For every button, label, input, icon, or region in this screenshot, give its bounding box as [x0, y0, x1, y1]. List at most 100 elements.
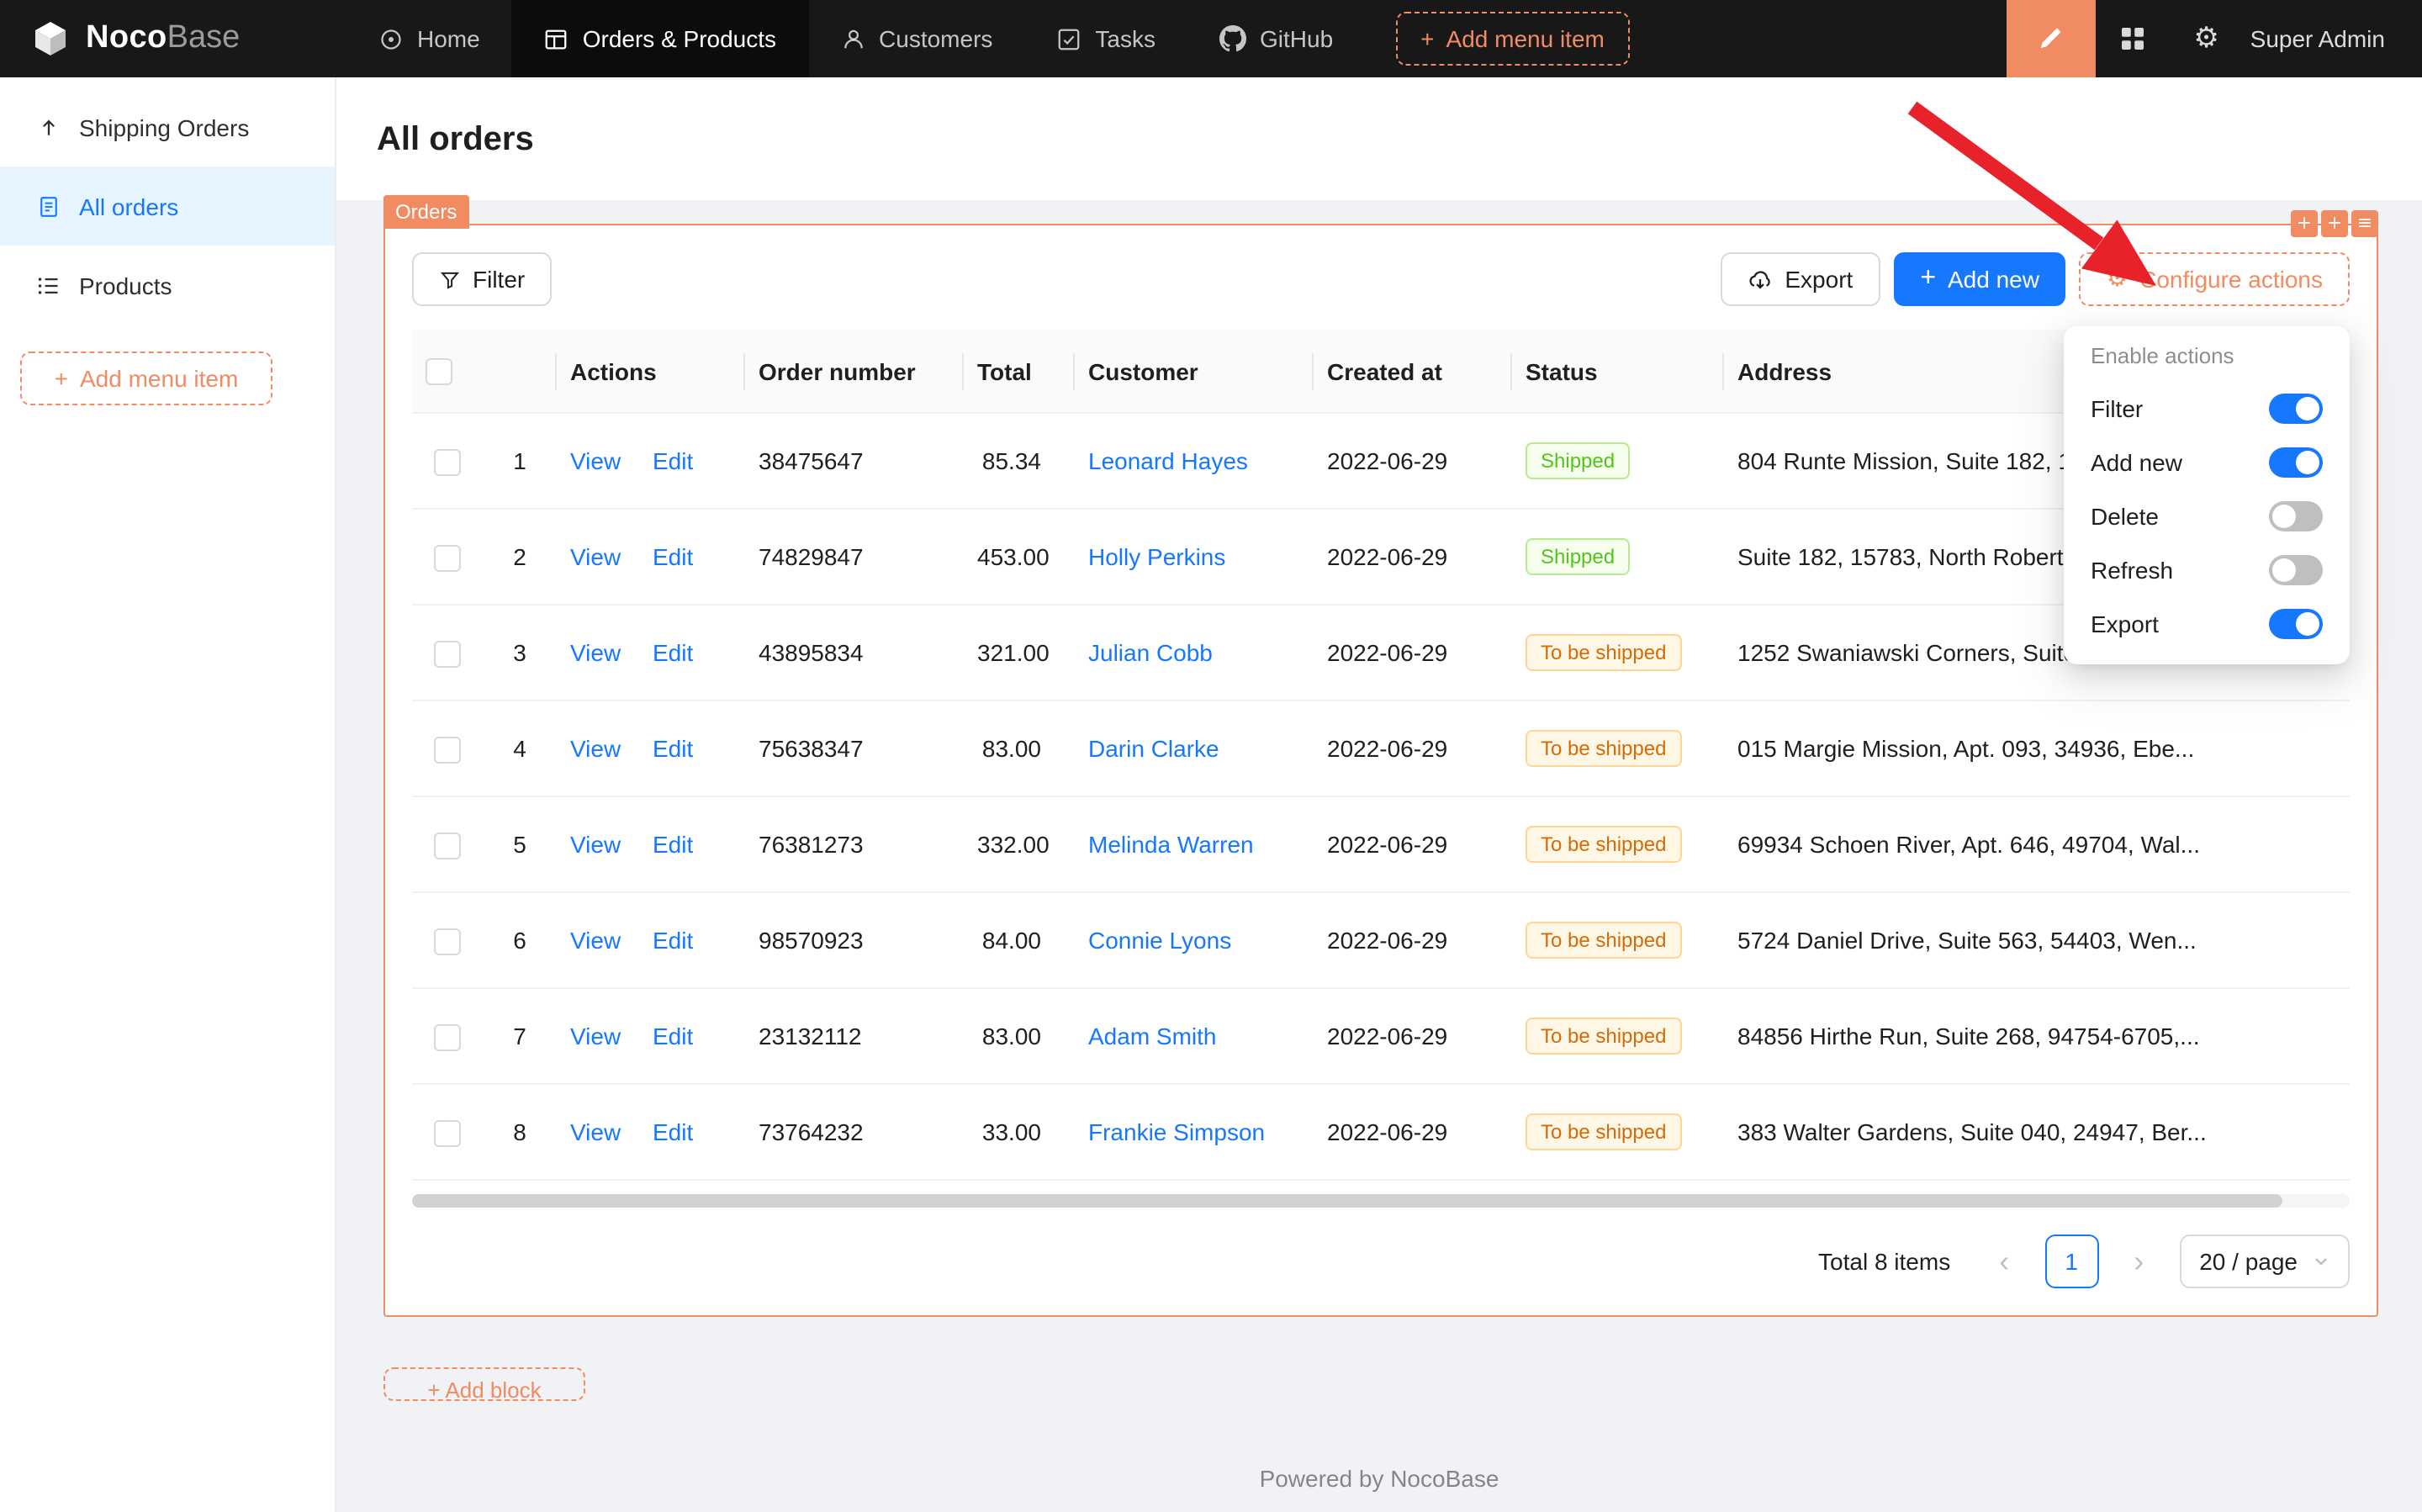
- row-checkbox[interactable]: [434, 928, 461, 955]
- ui-editor-button[interactable]: [2007, 0, 2096, 77]
- total-cell: 33.00: [964, 1085, 1075, 1181]
- view-link[interactable]: View: [570, 640, 621, 667]
- row-index: 8: [483, 1085, 557, 1181]
- row-checkbox[interactable]: [434, 449, 461, 476]
- sidebar-item-products[interactable]: Products: [0, 246, 335, 325]
- dropdown-item-export[interactable]: Export: [2070, 597, 2343, 651]
- gear-icon: ⚙: [2193, 24, 2219, 53]
- view-link[interactable]: View: [570, 736, 621, 763]
- view-link[interactable]: View: [570, 544, 621, 571]
- filter-toggle[interactable]: [2269, 394, 2323, 424]
- nav-item-github[interactable]: GitHub: [1187, 0, 1365, 77]
- export-toggle[interactable]: [2269, 609, 2323, 639]
- customer-link[interactable]: Leonard Hayes: [1088, 448, 1248, 475]
- dropdown-item-filter[interactable]: Filter: [2070, 382, 2343, 436]
- configure-actions-button[interactable]: ⚙ Configure actions: [2080, 252, 2350, 306]
- top-navbar: NocoBase Home Orders & Products Cust: [0, 0, 2422, 77]
- scrollbar-thumb[interactable]: [412, 1195, 2282, 1208]
- check-square-icon: [1056, 26, 1081, 51]
- row-checkbox[interactable]: [434, 545, 461, 572]
- customer-link[interactable]: Connie Lyons: [1088, 928, 1231, 954]
- row-checkbox[interactable]: [434, 641, 461, 668]
- edit-link[interactable]: Edit: [653, 1023, 693, 1050]
- table-row[interactable]: 4 View Edit 75638347 83.00 Darin Clarke …: [412, 701, 2350, 797]
- table-row[interactable]: 5 View Edit 76381273 332.00 Melinda Warr…: [412, 797, 2350, 893]
- dropdown-item-add-new[interactable]: Add new: [2070, 436, 2343, 489]
- edit-link[interactable]: Edit: [653, 1119, 693, 1146]
- delete-toggle[interactable]: [2269, 501, 2323, 531]
- user-menu[interactable]: Super Admin: [2244, 25, 2422, 52]
- nav-item-home[interactable]: Home: [346, 0, 512, 77]
- orders-table: Actions Order number Total Customer Crea…: [412, 330, 2350, 1182]
- status-badge: To be shipped: [1526, 1018, 1681, 1055]
- customer-link[interactable]: Holly Perkins: [1088, 544, 1225, 571]
- drag-handle-icon[interactable]: ≡: [2351, 210, 2378, 237]
- table-row[interactable]: 1 View Edit 38475647 85.34 Leonard Hayes…: [412, 414, 2350, 510]
- block-designer-tag[interactable]: Orders: [383, 195, 468, 229]
- plugins-button[interactable]: [2096, 0, 2170, 77]
- view-link[interactable]: View: [570, 1119, 621, 1146]
- add-block-button[interactable]: + Add block: [383, 1368, 585, 1402]
- select-all-checkbox[interactable]: [426, 359, 452, 386]
- address-cell: 015 Margie Mission, Apt. 093, 34936, Ebe…: [1724, 701, 2350, 797]
- navbar-add-menu-item-button[interactable]: + Add menu item: [1395, 12, 1630, 66]
- status-badge: To be shipped: [1526, 731, 1681, 768]
- filter-button[interactable]: Filter: [412, 252, 552, 306]
- view-link[interactable]: View: [570, 1023, 621, 1050]
- add-new-toggle[interactable]: [2269, 447, 2323, 478]
- nav-item-orders-products[interactable]: Orders & Products: [512, 0, 808, 77]
- export-button[interactable]: Export: [1721, 252, 1880, 306]
- previous-page-button[interactable]: ‹: [1977, 1235, 2031, 1289]
- row-checkbox[interactable]: [434, 1120, 461, 1147]
- row-checkbox[interactable]: [434, 737, 461, 764]
- view-link[interactable]: View: [570, 832, 621, 859]
- edit-link[interactable]: Edit: [653, 928, 693, 954]
- table-row[interactable]: 7 View Edit 23132112 83.00 Adam Smith 20…: [412, 989, 2350, 1085]
- add-new-button[interactable]: + Add new: [1893, 252, 2066, 306]
- customer-link[interactable]: Darin Clarke: [1088, 736, 1219, 763]
- table-row[interactable]: 8 View Edit 73764232 33.00 Frankie Simps…: [412, 1085, 2350, 1181]
- created-at-cell: 2022-06-29: [1314, 510, 1512, 605]
- customer-link[interactable]: Frankie Simpson: [1088, 1119, 1265, 1146]
- edit-link[interactable]: Edit: [653, 544, 693, 571]
- customer-link[interactable]: Julian Cobb: [1088, 640, 1213, 667]
- edit-link[interactable]: Edit: [653, 736, 693, 763]
- customer-link[interactable]: Adam Smith: [1088, 1023, 1217, 1050]
- sidebar-item-all-orders[interactable]: All orders: [0, 167, 335, 246]
- add-block-below-icon[interactable]: +: [2321, 210, 2348, 237]
- sidebar-item-shipping-orders[interactable]: Shipping Orders: [0, 87, 335, 167]
- table-row[interactable]: 6 View Edit 98570923 84.00 Connie Lyons …: [412, 893, 2350, 989]
- row-checkbox[interactable]: [434, 833, 461, 859]
- order-number-column-header: Order number: [745, 330, 964, 414]
- github-icon: [1219, 25, 1246, 52]
- add-block-above-icon[interactable]: +: [2291, 210, 2318, 237]
- page-size-select[interactable]: 20 / page: [2179, 1235, 2350, 1289]
- pagination: Total 8 items ‹ 1 › 20 / page: [412, 1235, 2350, 1289]
- refresh-toggle[interactable]: [2269, 555, 2323, 585]
- chevron-left-icon: ‹: [1999, 1245, 2009, 1280]
- dropdown-item-refresh[interactable]: Refresh: [2070, 543, 2343, 597]
- settings-button[interactable]: ⚙: [2170, 0, 2244, 77]
- nav-item-customers[interactable]: Customers: [808, 0, 1024, 77]
- table-row[interactable]: 2 View Edit 74829847 453.00 Holly Perkin…: [412, 510, 2350, 605]
- created-at-cell: 2022-06-29: [1314, 989, 1512, 1085]
- row-index: 6: [483, 893, 557, 989]
- page-1-button[interactable]: 1: [2044, 1235, 2098, 1289]
- edit-link[interactable]: Edit: [653, 832, 693, 859]
- dropdown-item-delete[interactable]: Delete: [2070, 489, 2343, 543]
- view-link[interactable]: View: [570, 928, 621, 954]
- edit-link[interactable]: Edit: [653, 448, 693, 475]
- table-row[interactable]: 3 View Edit 43895834 321.00 Julian Cobb …: [412, 605, 2350, 701]
- created-at-cell: 2022-06-29: [1314, 797, 1512, 893]
- view-link[interactable]: View: [570, 448, 621, 475]
- nav-item-tasks[interactable]: Tasks: [1024, 0, 1187, 77]
- actions-column-header: Actions: [557, 330, 745, 414]
- created-at-cell: 2022-06-29: [1314, 701, 1512, 797]
- row-checkbox[interactable]: [434, 1024, 461, 1051]
- sidebar-add-menu-item-button[interactable]: + Add menu item: [20, 352, 272, 405]
- logo[interactable]: NocoBase: [0, 19, 346, 59]
- next-page-button[interactable]: ›: [2112, 1235, 2166, 1289]
- document-icon: [37, 194, 61, 218]
- customer-link[interactable]: Melinda Warren: [1088, 832, 1254, 859]
- edit-link[interactable]: Edit: [653, 640, 693, 667]
